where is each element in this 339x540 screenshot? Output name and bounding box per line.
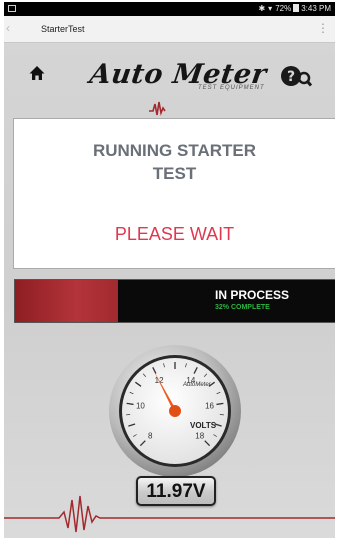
gauge-brand-mark: AutoMeter: [182, 382, 212, 388]
battery-icon: [293, 4, 300, 12]
screenshot-icon: [8, 5, 16, 12]
battery-percent: 72%: [275, 4, 292, 13]
header: Auto Meter TEST EQUIPMENT ?: [4, 43, 335, 118]
footer-trace: [4, 495, 335, 533]
please-wait-text: PLEASE WAIT: [114, 224, 235, 244]
overflow-menu-icon[interactable]: ⋮: [317, 21, 329, 35]
flame-icon: [149, 101, 166, 116]
help-search-icon[interactable]: ?: [280, 65, 312, 87]
svg-text:?: ?: [287, 69, 295, 85]
voltage-gauge: 81012141618 AutoMeter VOLTS: [109, 345, 241, 477]
gauge-tick-label: 16: [205, 402, 214, 411]
status-message-card: RUNNING STARTER TEST PLEASE WAIT: [13, 118, 335, 269]
app-frame: ✱ ▾ 72% 3:43 PM ‹ StarterTest ⋮ Auto Meter …: [4, 2, 335, 538]
gauge-tick-label: 8: [148, 432, 153, 441]
brand-subtitle: TEST EQUIPMENT: [198, 85, 265, 91]
home-icon[interactable]: [29, 65, 45, 81]
progress-bar: IN PROCESS 32% COMPLETE: [14, 279, 335, 323]
status-bar: ✱ ▾ 72% 3:43 PM: [4, 2, 335, 16]
status-heading-line1: RUNNING STARTER: [92, 141, 257, 160]
progress-label: IN PROCESS: [215, 288, 290, 302]
status-indicators: ✱ ▾ 72% 3:43 PM: [258, 2, 331, 16]
bluetooth-icon: ✱: [258, 4, 266, 13]
progress-complete-text: 32% COMPLETE: [215, 304, 270, 311]
gauge-unit: VOLTS: [190, 421, 217, 430]
clock: 3:43 PM: [301, 4, 331, 13]
progress-fill: [15, 280, 118, 322]
status-heading: RUNNING STARTER TEST: [14, 139, 335, 185]
gauge-hub: [169, 405, 181, 417]
gauge-tick-label: 12: [155, 376, 164, 385]
app-title: StarterTest: [41, 24, 85, 34]
wifi-icon: ▾: [268, 4, 273, 13]
gauge-tick-label: 10: [136, 402, 145, 411]
app-bar: ‹ StarterTest ⋮: [4, 16, 335, 43]
back-icon[interactable]: ‹: [6, 22, 10, 34]
gauge-tick-label: 18: [195, 432, 204, 441]
status-heading-line2: TEST: [152, 164, 197, 183]
